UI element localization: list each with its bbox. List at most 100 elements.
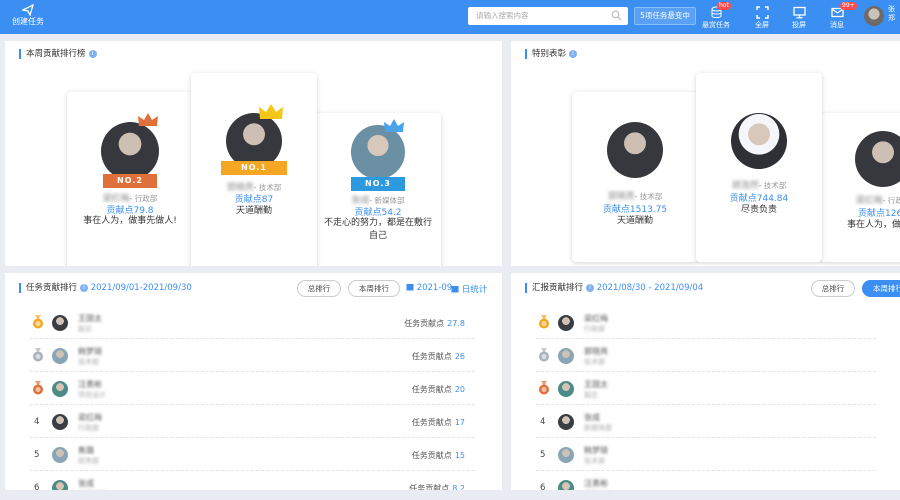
pending-tasks-button[interactable]: 5项任务悬变中 [634,7,696,25]
avatar [558,381,574,397]
commendation-card[interactable]: 梁红梅- 行政部 贡献点1264 事在人为，做事先 [820,113,900,262]
rank-number: 5 [540,450,546,460]
podium-card-3[interactable]: NO.3 张成- 新媒体部 贡献点54.2 不走心的努力，都是在敷行自己 [315,113,441,266]
search-icon[interactable] [611,10,622,21]
rank-number: 5 [34,450,40,460]
info-icon[interactable]: i [80,284,89,292]
member-dept: 副总 [78,325,92,333]
avatar [558,414,574,430]
rank-number: 4 [34,417,40,427]
table-row[interactable]: 6 张成新媒体部 任务贡献点8.2 [30,472,475,490]
table-row[interactable]: 4 张成 新媒体部 [536,406,876,438]
score-cell: 任务贡献点 8.2 [409,483,465,490]
medal-icon [539,381,549,395]
card-name-line: 梁红梅- 行政部 [820,193,900,206]
daily-stats-toggle[interactable]: 日统计 [451,283,487,295]
report-ranking-panel: 汇报贡献排行 i 2021/08/30 - 2021/09/04 总排行 本周排行… [511,273,900,490]
member-name: 张成 [584,413,600,422]
info-icon[interactable]: i [88,50,97,58]
card-motto: 不走心的努力，都是在敷行自己 [323,218,432,241]
card-name-line: 胡浩然- 技术部 [696,178,822,191]
avatar [52,315,68,331]
weekly-ranking-button[interactable]: 本周排行 [348,280,400,297]
total-ranking-button[interactable]: 总排行 [297,280,341,297]
score-value: 20 [454,385,465,394]
score-value: 26 [454,352,465,361]
create-task-label: 创建任务 [12,17,44,26]
fullscreen-button[interactable]: 全屏 [745,6,779,30]
medal-icon [33,381,43,395]
table-row[interactable]: 6 汪勇彬项目设计 [536,472,876,490]
member-name: 汪勇彬 [584,479,608,488]
member-dept: 技术部 [584,358,605,366]
table-row[interactable]: 王国太 副总 任务贡献点 27.8 [30,307,475,339]
user-avatar[interactable] [864,6,884,26]
avatar [52,348,68,364]
card-points: 贡献点1264 [858,209,900,219]
total-ranking-button[interactable]: 总排行 [811,280,855,297]
avatar [558,348,574,364]
card-motto: 天道酬勤 [235,206,272,216]
table-row[interactable]: 郭晓亮 技术部 [536,340,876,372]
member-name: 韩梦琦 [78,347,102,356]
card-name: 郭晓亮 [607,192,635,202]
avatar [558,480,574,490]
podium-card-1[interactable]: NO.1 郭晓亮- 技术部 贡献点87 天道酬勤 [191,73,317,266]
table-row[interactable]: 5 韩梦琦 技术部 [536,439,876,471]
avatar [558,447,574,463]
commendation-card[interactable]: 胡浩然- 技术部 贡献点744.84 尽责负责 [696,73,822,262]
table-row[interactable]: 韩梦琦 技术部 任务贡献点 26 [30,340,475,372]
table-row[interactable]: 5 焦璐 财务部 任务贡献点 15 [30,439,475,471]
message-count-badge: 99+ [840,2,857,10]
table-row[interactable]: 4 梁红梅 行政部 任务贡献点 17 [30,406,475,438]
top-bar: 创建任务 请输入搜索内容 5项任务悬变中 hot 悬赏任务 全屏 投屏 99+ … [0,0,900,34]
table-row[interactable]: 汪勇彬 项目设计 任务贡献点 20 [30,373,475,405]
info-icon[interactable]: i [586,284,595,292]
card-points: 贡献点87 [234,195,274,205]
cast-screen-label: 投屏 [792,21,806,29]
crown-icon [138,113,158,126]
table-row[interactable]: 梁红梅 行政部 [536,307,876,339]
info-icon[interactable]: i [569,50,578,58]
table-row[interactable]: 王国太 副总 [536,373,876,405]
month-picker[interactable]: 2021-09 [406,283,452,293]
special-commendation-panel: 特别表彰 i 郭晓亮- 技术部 贡献点1513.75 天道酬勤 胡浩然- 技术部 … [511,41,900,266]
search-input[interactable]: 请输入搜索内容 [468,7,628,25]
score-cell: 任务贡献点 17 [412,417,465,428]
panel-title: 本周贡献排行榜 i [19,49,97,59]
card-dept: - 技术部 [253,183,282,192]
commendation-card[interactable]: 郭晓亮- 技术部 贡献点1513.75 天道酬勤 [572,92,698,262]
avatar [558,315,574,331]
task-rank-title-text: 任务贡献排行 [26,283,78,293]
messages-button[interactable]: 99+ 消息 [820,2,857,30]
cast-screen-button[interactable]: 投屏 [782,6,816,30]
card-motto: 事在人为，做事先做人! [83,216,177,226]
date-range: 2021/09/01-2021/09/30 [90,283,192,293]
score-value: 15 [454,451,465,460]
bounty-task-button[interactable]: hot 悬赏任务 [699,2,733,30]
member-dept: 技术部 [584,457,605,465]
card-dept: - 行政部 [882,196,900,205]
messages-label: 消息 [830,21,844,29]
avatar [52,447,68,463]
calendar-icon [451,286,459,293]
podium-card-2[interactable]: NO.2 梁红梅- 行政部 贡献点79.8 事在人为，做事先做人! [67,92,193,266]
score-value: 8.2 [452,484,465,490]
member-name: 焦璐 [78,446,94,455]
monitor-icon [792,6,806,19]
crown-icon [259,104,283,119]
rank-ribbon: NO.3 [351,177,405,191]
card-name-line: 郭晓亮- 技术部 [572,189,698,202]
score-cell: 任务贡献点 15 [412,450,465,461]
avatar [607,122,663,178]
card-motto: 事在人为，做事先 [846,220,900,230]
user-name-sub: 郑 [888,14,895,22]
calendar-icon [406,284,414,291]
member-name: 王国太 [78,314,102,323]
panel-title: 任务贡献排行 i 2021/09/01-2021/09/30 [19,283,192,293]
user-name[interactable]: 张郑 [888,5,895,23]
avatar [52,381,68,397]
score-label: 任务贡献点 [411,352,452,361]
weekly-ranking-button[interactable]: 本周排行 [862,280,900,297]
create-task-button[interactable]: 创建任务 [8,4,48,27]
